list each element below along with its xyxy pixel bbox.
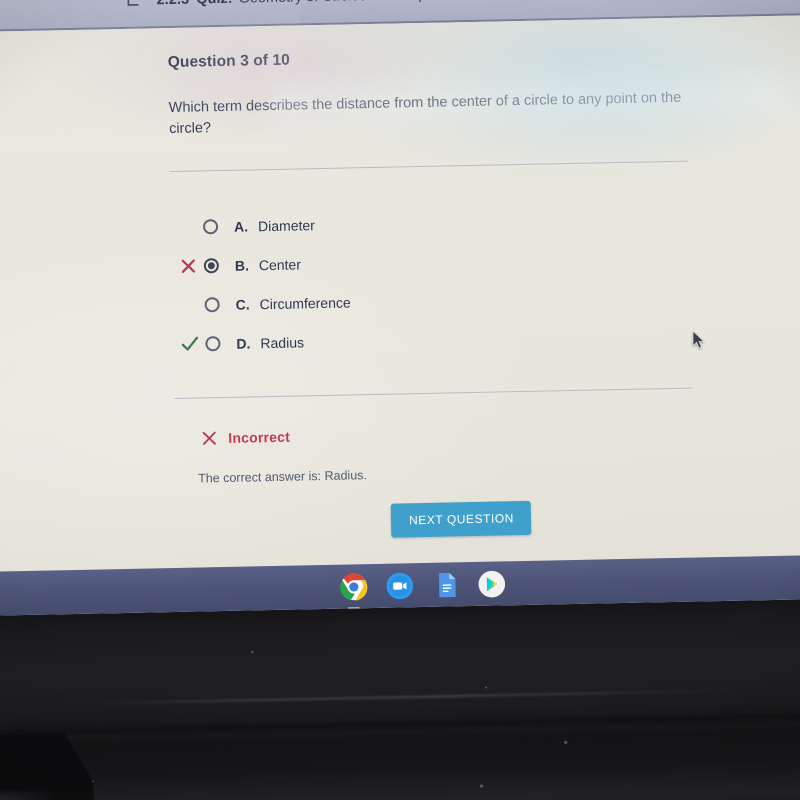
lesson-title: Geometry of Circles and Ellipses <box>238 0 449 7</box>
laptop-body-seam <box>82 689 743 705</box>
laptop-body-corner <box>0 790 66 800</box>
google-docs-icon-glyph <box>438 572 456 597</box>
option-label: Radius <box>260 333 305 351</box>
check-mark-icon <box>181 336 198 351</box>
laptop-body-lip <box>0 712 800 748</box>
radio-d[interactable] <box>205 336 221 352</box>
google-docs-icon[interactable] <box>430 569 461 600</box>
radio-c[interactable] <box>204 297 220 313</box>
option-label: Diameter <box>257 216 316 234</box>
quiz-content: Question 3 of 10 Which term describes th… <box>168 43 707 486</box>
zoom-icon-glyph <box>386 572 413 599</box>
option-letter: C. <box>235 295 250 313</box>
chrome-icon-glyph <box>339 573 367 601</box>
chromebook-screen: 2.2.3 Quiz: Geometry of Circles and Elli… <box>0 0 800 616</box>
mouse-pointer <box>692 330 705 349</box>
status-badge: Incorrect <box>228 428 291 446</box>
divider-bottom <box>174 387 693 400</box>
x-mark-icon <box>202 431 216 445</box>
option-label: Center <box>258 255 302 273</box>
dust-speck <box>564 740 567 744</box>
option-letter: D. <box>236 334 251 352</box>
question-text: Which term describes the distance from t… <box>168 89 682 138</box>
option-mark-blank <box>177 217 197 237</box>
google-play-icon-glyph <box>478 570 505 597</box>
dust-speck <box>91 780 94 783</box>
question-progress: Question 3 of 10 <box>167 51 291 72</box>
lesson-kind: Quiz: <box>196 0 233 7</box>
dust-speck <box>480 784 484 788</box>
dust-speck <box>485 686 488 689</box>
correct-answer-text: The correct answer is: Radius. <box>197 468 368 486</box>
return-arrow-icon[interactable] <box>122 0 142 11</box>
option-label: Circumference <box>259 293 351 312</box>
answer-options: A. Diameter B. Center C. Circumference D… <box>181 197 704 363</box>
chrome-icon[interactable] <box>338 571 369 610</box>
incorrect-mark <box>178 256 198 276</box>
lesson-number: 2.2.3 <box>156 0 189 8</box>
feedback-status: Incorrect <box>201 420 705 446</box>
radio-a[interactable] <box>202 219 219 235</box>
photo-of-laptop-screen: 2.2.3 Quiz: Geometry of Circles and Elli… <box>0 0 800 800</box>
x-mark-icon <box>181 259 195 273</box>
zoom-icon[interactable] <box>384 570 415 601</box>
dust-speck <box>251 651 254 654</box>
next-question-button[interactable]: NEXT QUESTION <box>390 500 532 538</box>
quiz-page: Question 3 of 10 Which term describes th… <box>0 14 800 594</box>
google-play-icon[interactable] <box>476 568 507 599</box>
divider-top <box>169 160 688 173</box>
radio-b[interactable] <box>203 258 220 274</box>
option-letter: B. <box>234 256 250 274</box>
option-letter: A. <box>233 218 249 235</box>
option-mark-blank <box>178 295 198 315</box>
correct-mark <box>179 334 199 354</box>
